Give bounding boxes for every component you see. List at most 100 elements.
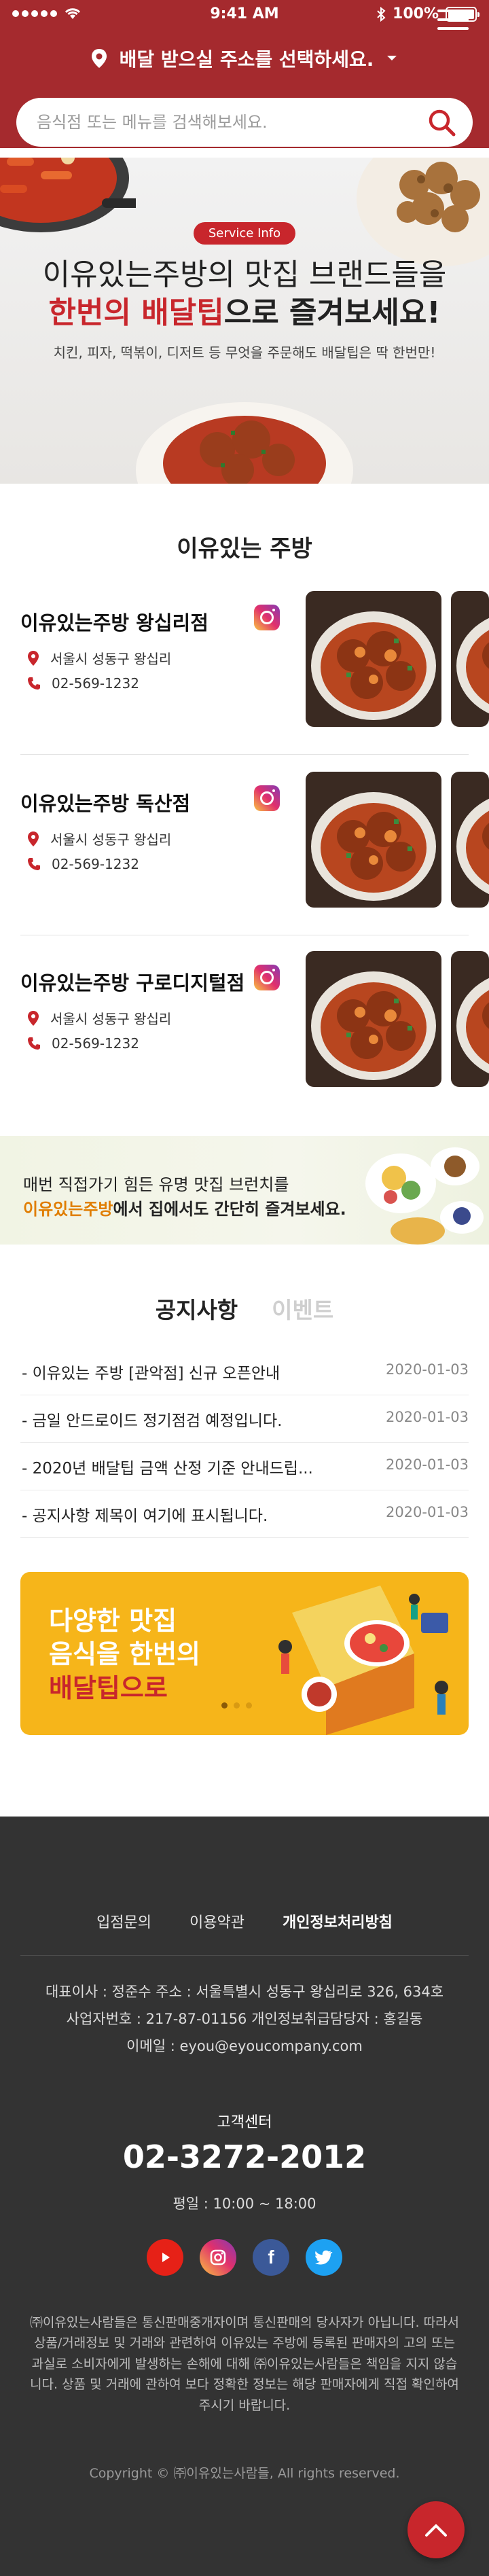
phone-icon xyxy=(28,1037,40,1050)
slide-dot[interactable] xyxy=(234,1702,240,1709)
notice-row[interactable]: - 이유있는 주방 [관악점] 신규 오픈안내 2020-01-03 xyxy=(20,1348,469,1395)
store-phone-text: 02-569-1232 xyxy=(52,675,139,692)
notice-row[interactable]: - 금일 안드로이드 정기점검 예정입니다. 2020-01-03 xyxy=(20,1395,469,1443)
tab-notice[interactable]: 공지사항 xyxy=(156,1292,238,1325)
notice-row[interactable]: - 공지사항 제목이 여기에 표시됩니다. 2020-01-03 xyxy=(20,1490,469,1538)
store-address: 서울시 성동구 왕십리 xyxy=(27,1008,171,1028)
notice-date: 2020-01-03 xyxy=(385,1504,469,1520)
instagram-icon[interactable] xyxy=(254,785,280,811)
facebook-icon[interactable]: f xyxy=(253,2239,289,2276)
brunch-plates-image xyxy=(365,1147,484,1245)
slide-dot[interactable] xyxy=(221,1702,228,1709)
notice-row[interactable]: - 2020년 배달팁 금액 산정 기준 안내드립... 2020-01-03 xyxy=(20,1443,469,1490)
promo-rest: 에서 집에서도 간단히 즐겨보세요. xyxy=(113,1200,346,1219)
instagram-icon[interactable] xyxy=(254,605,280,630)
phone-icon xyxy=(28,858,40,870)
store-phone[interactable]: 02-569-1232 xyxy=(27,675,139,692)
footer: 입점문의 이용약관 개인정보처리방침 대표이사 : 정준수 주소 : 서울특별시… xyxy=(0,1817,489,2576)
store-address-text: 서울시 성동구 왕십리 xyxy=(50,1011,172,1027)
promo-band[interactable]: 매번 직접가기 힘든 유명 맛집 브런치를 이유있는주방에서 집에서도 간단히 … xyxy=(0,1136,489,1245)
hero-title: 이유있는주방의 맛집 브랜드들을 xyxy=(42,257,447,292)
phone-icon xyxy=(28,677,40,690)
store-name: 이유있는주방 왕십리점 xyxy=(20,611,209,634)
banner-line2: 음식을 한번의 xyxy=(49,1639,200,1670)
store-food-image[interactable] xyxy=(306,591,441,727)
promo-line1: 매번 직접가기 힘든 유명 맛집 브런치를 xyxy=(23,1175,289,1194)
hero-title-rest: 으로 즐겨보세요! xyxy=(223,295,441,330)
notice-date: 2020-01-03 xyxy=(385,1456,469,1473)
instagram-icon[interactable] xyxy=(254,965,280,990)
hero-title-accent: 한번의 배달팁 xyxy=(48,295,224,330)
tab-event[interactable]: 이벤트 xyxy=(272,1292,333,1325)
brand-section-title: 이유있는 주방 xyxy=(177,535,312,562)
service-info-badge: Service Info xyxy=(193,222,296,245)
status-bar: 9:41 AM 100% xyxy=(0,0,489,31)
slide-dot[interactable] xyxy=(246,1702,252,1709)
promo-accent: 이유있는주방 xyxy=(23,1200,113,1219)
app-header: 9:41 AM 100% 배달 받으실 주소를 선택하세요. xyxy=(0,0,489,148)
copyright: Copyright © ㈜이유있는사람들, All rights reserve… xyxy=(89,2466,400,2481)
notice-tabs: 공지사항 이벤트 xyxy=(0,1292,489,1325)
footer-divider xyxy=(20,1955,469,1956)
tteokbokki-dish-image xyxy=(136,402,353,484)
store-phone-text: 02-569-1232 xyxy=(52,856,139,872)
notice-date: 2020-01-03 xyxy=(385,1409,469,1425)
banner-line3: 배달팁으로 xyxy=(49,1672,168,1703)
store-divider xyxy=(20,754,469,755)
store-food-image[interactable] xyxy=(306,772,441,908)
store-name: 이유있는주방 독산점 xyxy=(20,792,191,815)
store-phone-text: 02-569-1232 xyxy=(52,1035,139,1052)
company-info-business-number: 사업자번호 : 217-87-01156 개인정보취급담당자 : 홍길동 xyxy=(66,2011,423,2027)
footer-link-partnership[interactable]: 입점문의 xyxy=(96,1910,151,1932)
banner-line1: 다양한 맛집 xyxy=(49,1606,177,1636)
store-card[interactable]: 이유있는주방 구로디지털점서울시 성동구 왕십리 02-569-1232 xyxy=(0,951,489,1101)
food-illustration-image xyxy=(278,1586,448,1735)
store-phone[interactable]: 02-569-1232 xyxy=(27,1035,139,1052)
youtube-icon[interactable] xyxy=(147,2239,183,2276)
hero-title-line2: 한번의 배달팁으로 즐겨보세요! xyxy=(0,293,489,332)
location-pin-icon xyxy=(28,650,39,666)
store-card[interactable]: 이유있는주방 독산점 서울시 성동구 왕십리 02-569-1232 xyxy=(0,772,489,921)
slide-indicator xyxy=(221,1702,252,1709)
bluetooth-icon xyxy=(377,6,386,22)
location-pin-icon xyxy=(91,49,107,68)
address-label: 배달 받으실 주소를 선택하세요. xyxy=(119,48,374,71)
store-food-image[interactable] xyxy=(451,951,489,1087)
battery-percent: 100% xyxy=(393,5,439,22)
promo-slide-banner[interactable]: 다양한 맛집 음식을 한번의 배달팁으로 xyxy=(20,1572,469,1735)
store-food-image[interactable] xyxy=(306,951,441,1087)
location-pin-icon xyxy=(28,1010,39,1026)
legal-disclaimer: ㈜이유있는사람들은 통신판매중개자이며 통신판매의 당사자가 아닙니다. 따라서… xyxy=(29,2315,460,2413)
store-name: 이유있는주방 구로디지털점 xyxy=(20,971,245,995)
store-food-image[interactable] xyxy=(451,772,489,908)
hero-subtitle: 치킨, 피자, 떡볶이, 디저트 등 무엇을 주문해도 배달팁은 딱 한번만! xyxy=(53,344,436,361)
footer-link-terms[interactable]: 이용약관 xyxy=(189,1910,244,1932)
notice-title: - 금일 안드로이드 정기점검 예정입니다. xyxy=(22,1412,283,1430)
store-food-image[interactable] xyxy=(451,591,489,727)
scroll-to-top-button[interactable] xyxy=(408,2501,465,2558)
notice-title: - 공지사항 제목이 여기에 표시됩니다. xyxy=(22,1507,268,1525)
store-address: 서울시 성동구 왕십리 xyxy=(27,648,171,668)
notice-title: - 2020년 배달팁 금액 산정 기준 안내드립... xyxy=(22,1460,313,1478)
store-card[interactable]: 이유있는주방 왕십리점서울시 성동구 왕십리 02-569-1232 xyxy=(0,591,489,740)
notice-date: 2020-01-03 xyxy=(385,1361,469,1378)
promo-line2: 이유있는주방에서 집에서도 간단히 즐겨보세요. xyxy=(23,1196,346,1219)
company-info-ceo-address: 대표이사 : 정준수 주소 : 서울특별시 성동구 왕십리로 326, 634호 xyxy=(45,1984,444,2000)
instagram-icon[interactable] xyxy=(200,2239,236,2276)
search-bar xyxy=(16,98,473,147)
search-input[interactable] xyxy=(37,98,417,147)
address-selector[interactable]: 배달 받으실 주소를 선택하세요. xyxy=(0,37,489,80)
social-links: f xyxy=(0,2239,489,2276)
footer-link-privacy[interactable]: 개인정보처리방침 xyxy=(283,1910,393,1932)
customer-center-label: 고객센터 xyxy=(217,2114,272,2131)
twitter-icon[interactable] xyxy=(306,2239,342,2276)
banner-text: 다양한 맛집 음식을 한번의 배달팁으로 xyxy=(49,1605,200,1705)
chevron-down-icon xyxy=(387,56,397,60)
hamburger-menu-button[interactable] xyxy=(437,10,469,34)
location-pin-icon xyxy=(28,831,39,846)
notice-title: - 이유있는 주방 [관악점] 신규 오픈안내 xyxy=(22,1365,280,1382)
search-icon[interactable] xyxy=(427,107,456,137)
customer-center-phone[interactable]: 02-3272-2012 xyxy=(0,2139,489,2175)
store-phone[interactable]: 02-569-1232 xyxy=(27,856,139,872)
chevron-up-icon xyxy=(425,2524,447,2537)
